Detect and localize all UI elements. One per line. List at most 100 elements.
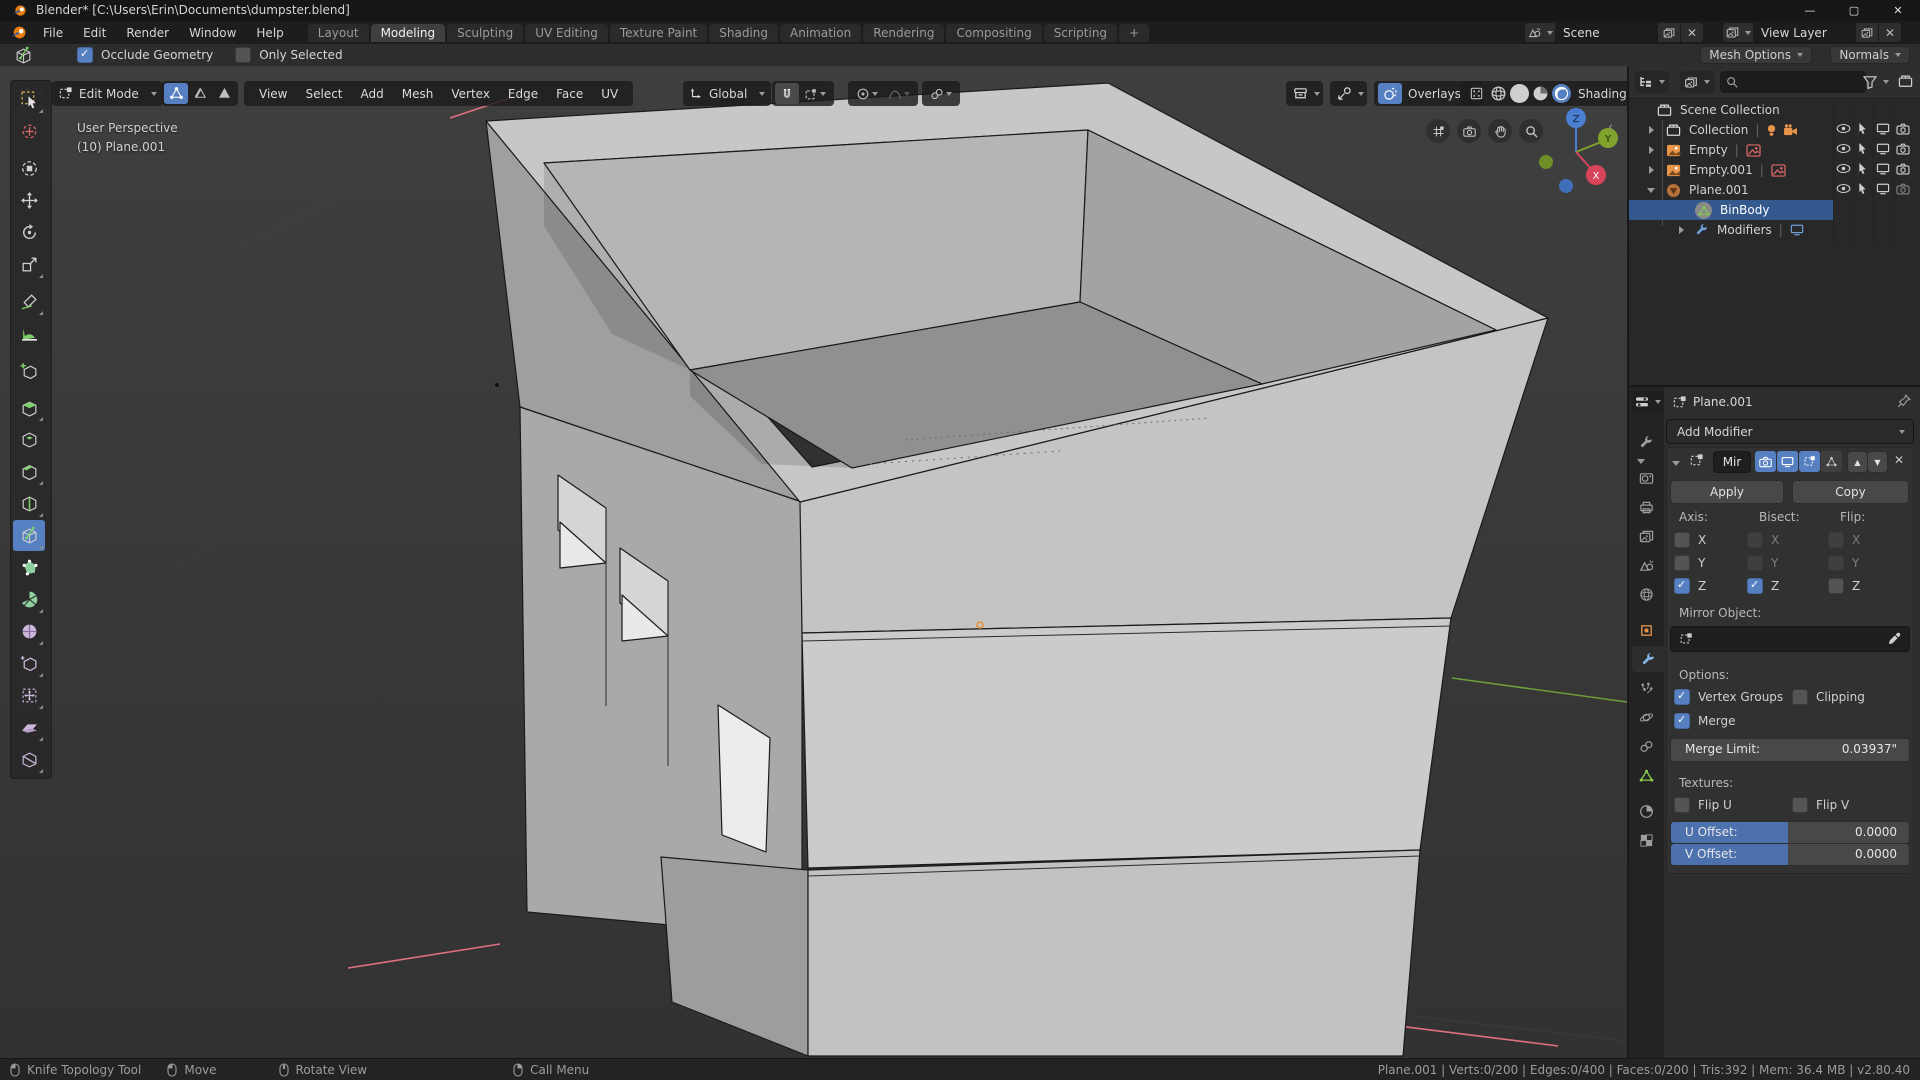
tool-transform[interactable]	[13, 153, 45, 184]
active-tool-knife-icon[interactable]	[14, 46, 33, 65]
menu-edge[interactable]: Edge	[499, 87, 547, 101]
tool-bevel[interactable]	[13, 456, 45, 487]
tab-texture-paint[interactable]: Texture Paint	[610, 24, 707, 42]
flip-x-checkbox[interactable]: X	[1828, 532, 1860, 548]
outliner-filter-dropdown[interactable]	[1860, 71, 1892, 93]
maximize-button[interactable]: ▢	[1832, 0, 1876, 21]
menu-view[interactable]: View	[250, 87, 296, 101]
modifier-move-up-button[interactable]: ▲	[1847, 451, 1868, 473]
render-disable-icon[interactable]	[1896, 143, 1910, 155]
view-layer-selector[interactable]: View Layer ✕	[1722, 22, 1902, 43]
menu-edit[interactable]: Edit	[73, 21, 116, 44]
flip-v-checkbox[interactable]: Flip V	[1792, 797, 1849, 813]
tool-scale[interactable]	[13, 249, 45, 280]
tab-constraints[interactable]	[1629, 733, 1664, 759]
tool-spin[interactable]	[13, 584, 45, 615]
modifier-expand-arrow[interactable]	[1637, 459, 1645, 464]
normals-dropdown[interactable]: Normals	[1830, 46, 1910, 64]
outliner-row-modifiers[interactable]: Modifiers |	[1629, 220, 1920, 240]
u-offset-slider[interactable]: U Offset: 0.0000	[1670, 821, 1910, 844]
object-types-visibility-dropdown[interactable]	[1286, 81, 1323, 106]
wireframe-shading-button[interactable]	[1489, 84, 1508, 103]
tab-object[interactable]	[1629, 617, 1664, 643]
add-workspace-button[interactable]: +	[1119, 24, 1149, 42]
tool-extrude-region[interactable]	[13, 392, 45, 423]
snap-magnet-toggle[interactable]	[775, 83, 799, 104]
tool-knife[interactable]	[13, 520, 45, 551]
transform-orientation-dropdown[interactable]: Global	[683, 81, 771, 106]
gizmo-z-neg[interactable]	[1559, 179, 1573, 193]
menu-face[interactable]: Face	[547, 87, 592, 101]
outliner-display-mode-dropdown[interactable]	[1680, 71, 1714, 93]
unlink-scene-icon[interactable]: ✕	[1680, 23, 1703, 42]
tool-cursor[interactable]	[13, 116, 45, 147]
modifier-editmode-toggle[interactable]	[1799, 451, 1820, 472]
face-select-mode-button[interactable]	[212, 83, 236, 104]
flip-z-checkbox[interactable]: Z	[1828, 578, 1860, 594]
material-preview-shading-button[interactable]	[1531, 84, 1550, 103]
tool-rotate[interactable]	[13, 217, 45, 248]
gizmo-y-neg[interactable]	[1539, 155, 1553, 169]
blender-menu-icon[interactable]	[10, 24, 27, 41]
view-layer-icon[interactable]	[1723, 23, 1753, 42]
outliner-row-scene-collection[interactable]: Scene Collection	[1629, 100, 1920, 120]
outliner-editor-type-dropdown[interactable]	[1635, 71, 1669, 93]
tab-scene[interactable]	[1629, 552, 1664, 578]
tab-scripting[interactable]: Scripting	[1044, 24, 1117, 42]
tool-inset-faces[interactable]	[13, 424, 45, 455]
tool-select-box[interactable]	[13, 84, 45, 115]
overlays-label[interactable]: Overlays	[1408, 87, 1461, 101]
modifier-move-down-button[interactable]: ▼	[1867, 451, 1888, 473]
menu-help[interactable]: Help	[246, 21, 293, 44]
transform-pivot-dropdown[interactable]	[922, 81, 960, 106]
hide-eye-icon[interactable]	[1836, 183, 1851, 194]
pan-view-button[interactable]	[1488, 119, 1512, 143]
tool-loop-cut[interactable]	[13, 488, 45, 519]
new-collection-button[interactable]	[1898, 74, 1913, 88]
tool-shear[interactable]	[13, 712, 45, 743]
scene-name[interactable]: Scene	[1555, 23, 1657, 42]
minimize-button[interactable]: —	[1788, 0, 1832, 21]
viewport-disable-icon[interactable]	[1876, 123, 1890, 135]
selectable-icon[interactable]	[1857, 142, 1868, 155]
pin-icon[interactable]	[1897, 394, 1911, 408]
copy-view-layer-icon[interactable]	[1855, 23, 1878, 42]
tab-physics[interactable]	[1629, 704, 1664, 730]
vertex-dot[interactable]	[495, 383, 499, 387]
hide-eye-icon[interactable]	[1836, 143, 1851, 154]
tab-particles[interactable]	[1629, 675, 1664, 701]
tab-view-layer[interactable]	[1629, 523, 1664, 549]
tool-rip-region[interactable]	[13, 744, 45, 775]
tool-edge-slide[interactable]	[13, 648, 45, 679]
selectable-icon[interactable]	[1857, 122, 1868, 135]
sidebar-collapse-arrow[interactable]: ‹	[1608, 120, 1613, 135]
xray-toggle[interactable]	[1464, 83, 1488, 104]
menu-add[interactable]: Add	[352, 87, 393, 101]
scene-selector[interactable]: Scene ✕	[1524, 22, 1704, 43]
add-modifier-dropdown[interactable]: Add Modifier	[1666, 419, 1914, 444]
axis-y-checkbox[interactable]: Y	[1674, 555, 1705, 571]
tab-tool[interactable]	[1629, 429, 1664, 455]
clipping-checkbox[interactable]: Clipping	[1792, 689, 1865, 705]
bisect-x-checkbox[interactable]: X	[1747, 532, 1779, 548]
eyedropper-icon[interactable]	[1888, 632, 1901, 645]
modifier-name-field[interactable]: Mir	[1713, 451, 1751, 473]
menu-render[interactable]: Render	[116, 21, 179, 44]
modifier-expand-arrow[interactable]	[1672, 455, 1680, 469]
dumpster-model[interactable]	[0, 66, 1627, 1058]
snap-settings-dropdown[interactable]	[799, 83, 831, 104]
viewport-disable-icon[interactable]	[1876, 163, 1890, 175]
vertex-groups-checkbox[interactable]: Vertex Groups	[1674, 689, 1783, 705]
tab-shading[interactable]: Shading	[709, 24, 778, 42]
rendered-shading-button[interactable]	[1552, 84, 1571, 103]
camera-view-button[interactable]	[1457, 119, 1481, 143]
tab-output[interactable]	[1629, 494, 1664, 520]
selectable-icon[interactable]	[1857, 182, 1868, 195]
outliner-row-binbody[interactable]: BinBody	[1629, 200, 1833, 220]
mode-dropdown[interactable]: Edit Mode	[52, 81, 163, 106]
tab-texture[interactable]	[1629, 827, 1664, 853]
tool-smooth[interactable]	[13, 616, 45, 647]
tab-rendering[interactable]: Rendering	[863, 24, 944, 42]
mesh-options-dropdown[interactable]: Mesh Options	[1700, 46, 1812, 64]
edge-select-mode-button[interactable]	[188, 83, 212, 104]
